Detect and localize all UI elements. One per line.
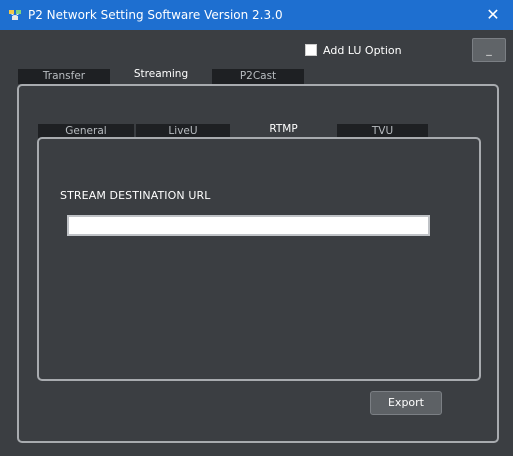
stream-destination-url-label: STREAM DESTINATION URL xyxy=(60,189,211,202)
tab-p2cast[interactable]: P2Cast xyxy=(212,69,304,84)
checkbox-box[interactable] xyxy=(305,44,317,56)
add-lu-option-checkbox[interactable]: Add LU Option xyxy=(305,42,402,58)
add-lu-option-label: Add LU Option xyxy=(323,43,402,57)
app-window: P2 Network Setting Software Version 2.3.… xyxy=(0,0,513,456)
title-bar: P2 Network Setting Software Version 2.3.… xyxy=(0,0,513,30)
network-icon xyxy=(9,10,21,20)
stream-destination-url-input[interactable] xyxy=(67,215,430,236)
tab-streaming[interactable]: Streaming xyxy=(112,67,210,84)
close-icon[interactable]: ✕ xyxy=(473,0,513,30)
minimize-button[interactable]: _ xyxy=(472,38,506,62)
export-button[interactable]: Export xyxy=(370,391,442,415)
rtmp-panel xyxy=(37,137,481,381)
tab-transfer[interactable]: Transfer xyxy=(18,69,110,84)
window-title: P2 Network Setting Software Version 2.3.… xyxy=(28,8,283,22)
